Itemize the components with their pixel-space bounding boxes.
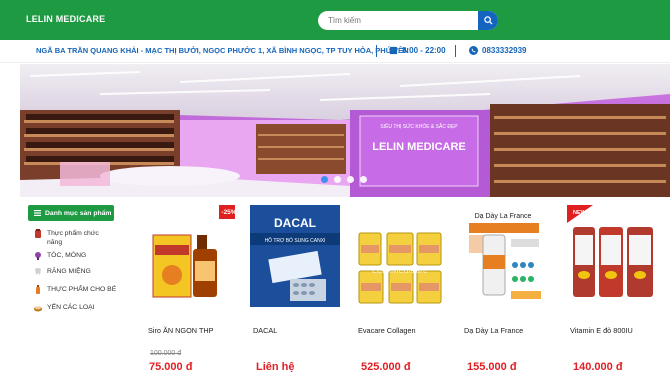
slide-dot[interactable] [321,176,328,183]
product-name[interactable]: Evacare Collagen [358,326,416,335]
slide-dot[interactable] [360,176,367,183]
product-image[interactable]: Dạ Dày La France [461,205,551,307]
category-label: YẾN CÁC LOẠI [47,304,95,311]
product-price: 525.000 đ [361,361,411,373]
banner-sign-main: LELIN MEDICARE [372,141,466,153]
store-address: NGÃ BA TRẦN QUANG KHẢI - MẠC THỊ BƯỞI, N… [36,46,409,55]
pack-subtitle: HỖ TRỢ BỔ SUNG CANXI [265,237,326,244]
search-input[interactable] [318,11,478,30]
product-card[interactable]: DACAL HỖ TRỢ BỔ SUNG CANXI DACAL Liên hệ [250,205,340,377]
product-card[interactable]: -25% Siro ĂN NGON THP 100.000 đ 75.000 đ [145,205,235,377]
hotline[interactable]: 0833332939 [482,46,527,55]
category-item-hair-nails[interactable]: TÓC, MÓNG [34,251,86,260]
slide-dot[interactable] [334,176,341,183]
product-image[interactable]: DACAL HỖ TRỢ BỔ SUNG CANXI [250,205,340,307]
supplement-icon [35,229,41,238]
category-item-oral-care[interactable]: RĂNG MIỆNG [34,267,91,276]
product-price: Liên hệ [256,361,295,373]
image-watermark: LelinMedicare [372,265,428,275]
product-price: 155.000 đ [467,361,517,373]
category-label: Thực phẩm chức năng [47,230,99,246]
product-card[interactable]: NEW Vitamin E đỏ 800IU 140.000 đ [567,205,657,377]
category-menu-button[interactable]: Danh mục sản phẩm [28,205,114,221]
product-price: 75.000 đ [149,361,193,373]
product-card[interactable]: LelinMedicare Evacare Collagen 525.000 đ [355,205,445,377]
pack-title: Dạ Dày La France [475,213,532,220]
product-name[interactable]: Dạ Dày La France [464,326,523,335]
product-price: 140.000 đ [573,361,623,373]
category-item-bird-nest[interactable]: YẾN CÁC LOẠI [34,303,95,312]
product-image[interactable]: NEW [567,205,657,307]
slide-dot[interactable] [347,176,354,183]
divider [376,45,377,57]
store-icon [389,46,398,55]
product-name[interactable]: DACAL [253,326,277,335]
product-image[interactable]: -25% [145,205,235,307]
bird-nest-icon [34,306,42,312]
tooth-icon [35,268,41,275]
product-name[interactable]: Vitamin E đỏ 800IU [570,326,633,335]
category-label: THỰC PHẨM CHO BÉ [47,286,117,293]
search-icon [483,16,493,25]
menu-icon [34,210,41,216]
product-image[interactable]: LelinMedicare [355,205,445,307]
info-bar: NGÃ BA TRẦN QUANG KHẢI - MẠC THỊ BƯỞI, N… [0,40,670,63]
category-label: RĂNG MIỆNG [47,268,91,275]
hair-icon [35,252,41,260]
category-item-supplements[interactable]: Thực phẩm chức năng [34,229,114,247]
divider [455,45,456,57]
opening-hours: 8:00 - 22:00 [402,46,446,55]
category-label: TÓC, MÓNG [47,252,87,259]
search-button[interactable] [478,11,498,30]
discount-badge: -25% [219,205,235,219]
banner-sign-sub: SIÊU THỊ SỨC KHỎE & SẮC ĐẸP [380,122,458,130]
site-header: LELIN MEDICARE [0,0,670,40]
banner-pagination [321,176,367,183]
product-name[interactable]: Siro ĂN NGON THP [148,326,214,335]
phone-icon [469,46,478,55]
product-card[interactable]: Dạ Dày La France Dạ Dày La France 155.00… [461,205,551,377]
baby-food-icon [36,285,40,294]
category-item-baby-food[interactable]: THỰC PHẨM CHO BÉ [34,285,116,294]
new-badge: NEW [573,210,586,216]
pack-title: DACAL [274,216,316,230]
category-menu-label: Danh mục sản phẩm [45,209,112,217]
site-logo[interactable]: LELIN MEDICARE [24,8,105,30]
logo-text: LELIN MEDICARE [26,14,106,24]
product-old-price: 100.000 đ [150,350,182,357]
search-bar [318,11,498,30]
